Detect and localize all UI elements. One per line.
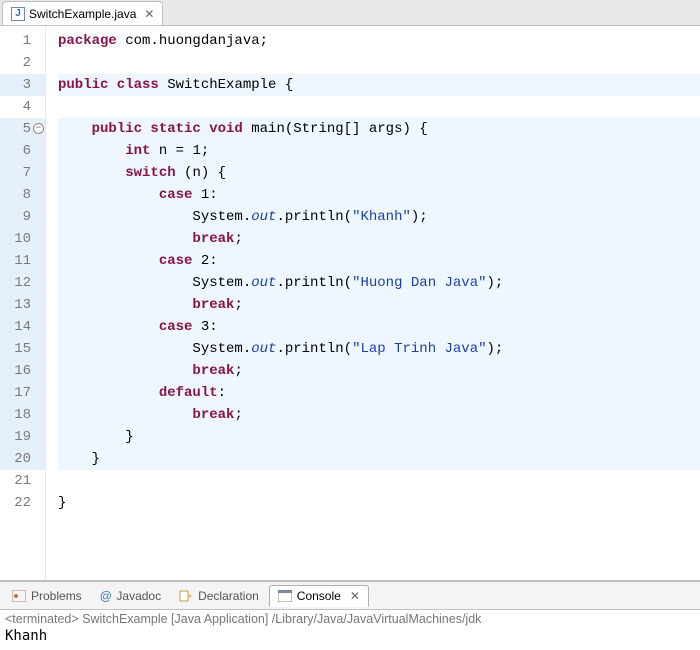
line-number: 1 (0, 30, 45, 52)
line-number: 5− (0, 118, 45, 140)
code-line[interactable]: int n = 1; (58, 140, 700, 162)
code-line[interactable]: } (58, 492, 700, 514)
line-number: 3 (0, 74, 45, 96)
line-number: 11 (0, 250, 45, 272)
tab-javadoc-label: Javadoc (116, 589, 161, 603)
bottom-tabbar: Problems @ Javadoc Declaration Console ✕ (0, 582, 700, 610)
line-number: 9 (0, 206, 45, 228)
line-number: 20 (0, 448, 45, 470)
line-number: 15 (0, 338, 45, 360)
line-number: 4 (0, 96, 45, 118)
code-line[interactable] (58, 52, 700, 74)
close-icon[interactable]: ✕ (350, 589, 360, 603)
code-line[interactable] (58, 470, 700, 492)
code-editor[interactable]: 12345−678910111213141516171819202122 pac… (0, 26, 700, 580)
fold-toggle-icon[interactable]: − (33, 123, 44, 134)
tab-problems-label: Problems (31, 589, 82, 603)
line-number: 12 (0, 272, 45, 294)
line-number: 6 (0, 140, 45, 162)
line-number: 2 (0, 52, 45, 74)
line-number: 10 (0, 228, 45, 250)
tab-declaration-label: Declaration (198, 589, 259, 603)
tab-declaration[interactable]: Declaration (171, 586, 267, 606)
bottom-panel: Problems @ Javadoc Declaration Console ✕… (0, 580, 700, 650)
console-terminated-line: <terminated> SwitchExample [Java Applica… (5, 612, 695, 626)
tab-javadoc[interactable]: @ Javadoc (92, 586, 169, 606)
declaration-icon (179, 590, 193, 602)
close-icon[interactable]: ✕ (144, 7, 154, 21)
line-number: 8 (0, 184, 45, 206)
console-body[interactable]: <terminated> SwitchExample [Java Applica… (0, 610, 700, 650)
tab-problems[interactable]: Problems (4, 586, 90, 606)
editor-tabbar: J SwitchExample.java ✕ (0, 0, 700, 26)
code-line[interactable]: case 2: (58, 250, 700, 272)
code-line[interactable]: break; (58, 294, 700, 316)
code-line[interactable]: break; (58, 404, 700, 426)
javadoc-icon: @ (100, 589, 112, 603)
java-file-icon: J (11, 7, 25, 21)
code-line[interactable]: } (58, 426, 700, 448)
line-number: 17 (0, 382, 45, 404)
code-line[interactable]: package com.huongdanjava; (58, 30, 700, 52)
code-line[interactable]: } (58, 448, 700, 470)
console-output-line: Khanh (5, 626, 695, 644)
line-number: 16 (0, 360, 45, 382)
code-line[interactable]: switch (n) { (58, 162, 700, 184)
tab-console-label: Console (297, 589, 341, 603)
code-line[interactable]: break; (58, 360, 700, 382)
code-line[interactable]: case 3: (58, 316, 700, 338)
code-line[interactable] (58, 96, 700, 118)
code-line[interactable]: System.out.println("Huong Dan Java"); (58, 272, 700, 294)
line-number: 13 (0, 294, 45, 316)
line-number: 19 (0, 426, 45, 448)
tab-console[interactable]: Console ✕ (269, 585, 369, 607)
line-number-gutter: 12345−678910111213141516171819202122 (0, 26, 46, 580)
editor-tab-active[interactable]: J SwitchExample.java ✕ (2, 1, 163, 25)
line-number: 18 (0, 404, 45, 426)
code-area[interactable]: package com.huongdanjava; public class S… (46, 26, 700, 580)
line-number: 7 (0, 162, 45, 184)
code-line[interactable]: public class SwitchExample { (58, 74, 700, 96)
code-line[interactable]: default: (58, 382, 700, 404)
code-line[interactable]: case 1: (58, 184, 700, 206)
code-line[interactable]: System.out.println("Khanh"); (58, 206, 700, 228)
line-number: 14 (0, 316, 45, 338)
code-line[interactable]: break; (58, 228, 700, 250)
editor-tab-label: SwitchExample.java (29, 7, 136, 21)
problems-icon (12, 590, 26, 602)
line-number: 21 (0, 470, 45, 492)
code-line[interactable]: System.out.println("Lap Trinh Java"); (58, 338, 700, 360)
line-number: 22 (0, 492, 45, 514)
code-line[interactable]: public static void main(String[] args) { (58, 118, 700, 140)
console-icon (278, 590, 292, 602)
